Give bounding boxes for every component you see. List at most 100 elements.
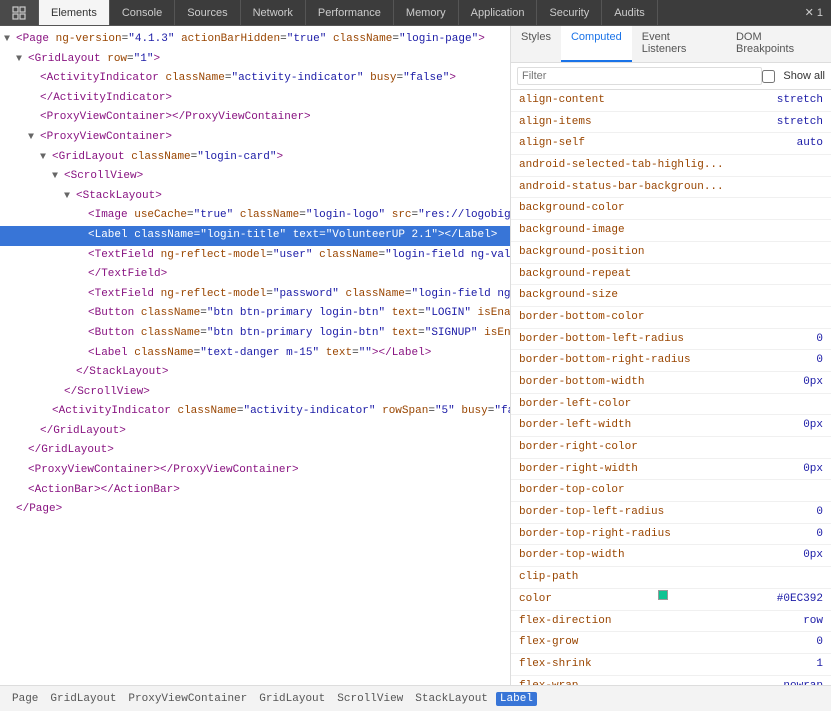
computed-row[interactable]: flex-wrapnowrap xyxy=(511,676,831,685)
computed-row[interactable]: flex-shrink1 xyxy=(511,654,831,676)
dom-line[interactable]: </Page> xyxy=(0,500,510,520)
dom-line[interactable]: <Button className="btn btn-primary login… xyxy=(0,324,510,344)
breadcrumb-item[interactable]: ScrollView xyxy=(333,692,407,706)
triangle-icon[interactable]: ▼ xyxy=(4,32,16,48)
tab-sources-label: Sources xyxy=(187,7,227,19)
dom-line[interactable]: <Label className="login-title" text="Vol… xyxy=(0,226,510,246)
computed-row[interactable]: align-contentstretch xyxy=(511,90,831,112)
tab-devtools-icon[interactable] xyxy=(0,0,39,25)
computed-row[interactable]: background-position xyxy=(511,242,831,264)
triangle-spacer xyxy=(28,424,40,440)
prop-name: border-bottom-left-radius xyxy=(519,330,684,349)
dom-line[interactable]: <ActivityIndicator className="activity-i… xyxy=(0,402,510,422)
dom-line[interactable]: <Button className="btn btn-primary login… xyxy=(0,304,510,324)
tab-application-label: Application xyxy=(471,7,525,19)
tab-styles[interactable]: Styles xyxy=(511,26,561,62)
prop-value: row xyxy=(803,612,823,631)
breadcrumb-item[interactable]: GridLayout xyxy=(255,692,329,706)
computed-row[interactable]: border-bottom-right-radius0 xyxy=(511,350,831,372)
tab-performance[interactable]: Performance xyxy=(306,0,394,25)
prop-value: 0 xyxy=(816,633,823,652)
breadcrumb-item[interactable]: Label xyxy=(496,692,537,706)
computed-row[interactable]: color#0EC392 xyxy=(511,589,831,611)
computed-row[interactable]: border-bottom-color xyxy=(511,307,831,329)
computed-row[interactable]: background-size xyxy=(511,285,831,307)
dom-line[interactable]: ▼<GridLayout className="login-card"> xyxy=(0,148,510,168)
tab-memory[interactable]: Memory xyxy=(394,0,459,25)
computed-row[interactable]: align-itemsstretch xyxy=(511,112,831,134)
triangle-icon[interactable]: ▼ xyxy=(64,189,76,205)
triangle-icon[interactable]: ▼ xyxy=(16,52,28,68)
dom-line[interactable]: ▼<Page ng-version="4.1.3" actionBarHidde… xyxy=(0,30,510,50)
tab-network[interactable]: Network xyxy=(241,0,306,25)
computed-row[interactable]: android-status-bar-backgroun... xyxy=(511,177,831,199)
computed-row[interactable]: clip-path xyxy=(511,567,831,589)
prop-name: border-bottom-width xyxy=(519,373,644,392)
computed-row[interactable]: border-right-width0px xyxy=(511,459,831,481)
tab-application[interactable]: Application xyxy=(459,0,538,25)
tab-audits[interactable]: Audits xyxy=(602,0,658,25)
breadcrumb-item[interactable]: Page xyxy=(8,692,42,706)
dom-line[interactable]: ▼<StackLayout> xyxy=(0,187,510,207)
triangle-icon[interactable]: ▼ xyxy=(40,150,52,166)
computed-properties-list[interactable]: align-contentstretchalign-itemsstretchal… xyxy=(511,90,831,685)
breadcrumb-item[interactable]: StackLayout xyxy=(411,692,492,706)
dom-line[interactable]: </TextField> xyxy=(0,265,510,285)
breadcrumb-item[interactable]: GridLayout xyxy=(46,692,120,706)
dom-line[interactable]: <Label className="text-danger m-15" text… xyxy=(0,344,510,364)
breadcrumb-item[interactable]: ProxyViewContainer xyxy=(124,692,251,706)
dom-line[interactable]: </ActivityIndicator> xyxy=(0,89,510,109)
computed-row[interactable]: border-top-width0px xyxy=(511,545,831,567)
tab-security[interactable]: Security xyxy=(537,0,602,25)
dom-line[interactable]: ▼<ScrollView> xyxy=(0,167,510,187)
triangle-icon[interactable]: ▼ xyxy=(52,169,64,185)
dom-line[interactable]: <ProxyViewContainer></ProxyViewContainer… xyxy=(0,461,510,481)
computed-row[interactable]: border-bottom-left-radius0 xyxy=(511,329,831,351)
triangle-spacer xyxy=(64,365,76,381)
prop-name: background-image xyxy=(519,221,625,240)
dom-line[interactable]: ▼<ProxyViewContainer> xyxy=(0,128,510,148)
computed-row[interactable]: border-top-right-radius0 xyxy=(511,524,831,546)
dom-line[interactable]: <ActionBar></ActionBar> xyxy=(0,481,510,501)
dom-line[interactable]: </GridLayout> xyxy=(0,441,510,461)
tab-computed[interactable]: Computed xyxy=(561,26,632,62)
tab-event-listeners[interactable]: Event Listeners xyxy=(632,26,726,62)
dom-panel[interactable]: ▼<Page ng-version="4.1.3" actionBarHidde… xyxy=(0,26,511,685)
triangle-spacer xyxy=(40,404,52,420)
dom-line[interactable]: </ScrollView> xyxy=(0,383,510,403)
close-devtools-button[interactable]: ✕ 1 xyxy=(797,0,831,25)
computed-row[interactable]: border-left-width0px xyxy=(511,415,831,437)
computed-row[interactable]: flex-direction row xyxy=(511,611,831,633)
dom-line[interactable]: <Image useCache="true" className="login-… xyxy=(0,206,510,226)
computed-row[interactable]: border-top-left-radius0 xyxy=(511,502,831,524)
show-all-checkbox[interactable] xyxy=(762,70,775,83)
tab-sources[interactable]: Sources xyxy=(175,0,240,25)
computed-row[interactable]: border-right-color xyxy=(511,437,831,459)
computed-row[interactable]: align-selfauto xyxy=(511,133,831,155)
tab-console[interactable]: Console xyxy=(110,0,175,25)
dom-line[interactable]: <TextField ng-reflect-model="user" class… xyxy=(0,246,510,266)
computed-row[interactable]: background-repeat xyxy=(511,264,831,286)
triangle-spacer xyxy=(76,228,88,244)
dom-line[interactable]: <ProxyViewContainer></ProxyViewContainer… xyxy=(0,108,510,128)
prop-value: 0 xyxy=(816,351,823,370)
dom-line[interactable]: ▼<GridLayout row="1"> xyxy=(0,50,510,70)
tab-elements[interactable]: Elements xyxy=(39,0,110,25)
triangle-icon[interactable]: ▼ xyxy=(28,130,40,146)
computed-row[interactable]: border-left-color xyxy=(511,394,831,416)
dom-line[interactable]: </GridLayout> xyxy=(0,422,510,442)
computed-row[interactable]: border-bottom-width0px xyxy=(511,372,831,394)
prop-name: flex-direction xyxy=(519,612,611,631)
tab-dom-breakpoints[interactable]: DOM Breakpoints xyxy=(726,26,831,62)
computed-row[interactable]: background-color xyxy=(511,198,831,220)
tab-memory-label: Memory xyxy=(406,7,446,19)
computed-row[interactable]: android-selected-tab-highlig... xyxy=(511,155,831,177)
computed-row[interactable]: flex-grow0 xyxy=(511,632,831,654)
computed-row[interactable]: border-top-color xyxy=(511,480,831,502)
filter-input[interactable] xyxy=(517,67,762,85)
dom-line[interactable]: <ActivityIndicator className="activity-i… xyxy=(0,69,510,89)
dom-line[interactable]: <TextField ng-reflect-model="password" c… xyxy=(0,285,510,305)
computed-row[interactable]: background-image xyxy=(511,220,831,242)
dom-line[interactable]: </StackLayout> xyxy=(0,363,510,383)
prop-name: border-top-right-radius xyxy=(519,525,671,544)
